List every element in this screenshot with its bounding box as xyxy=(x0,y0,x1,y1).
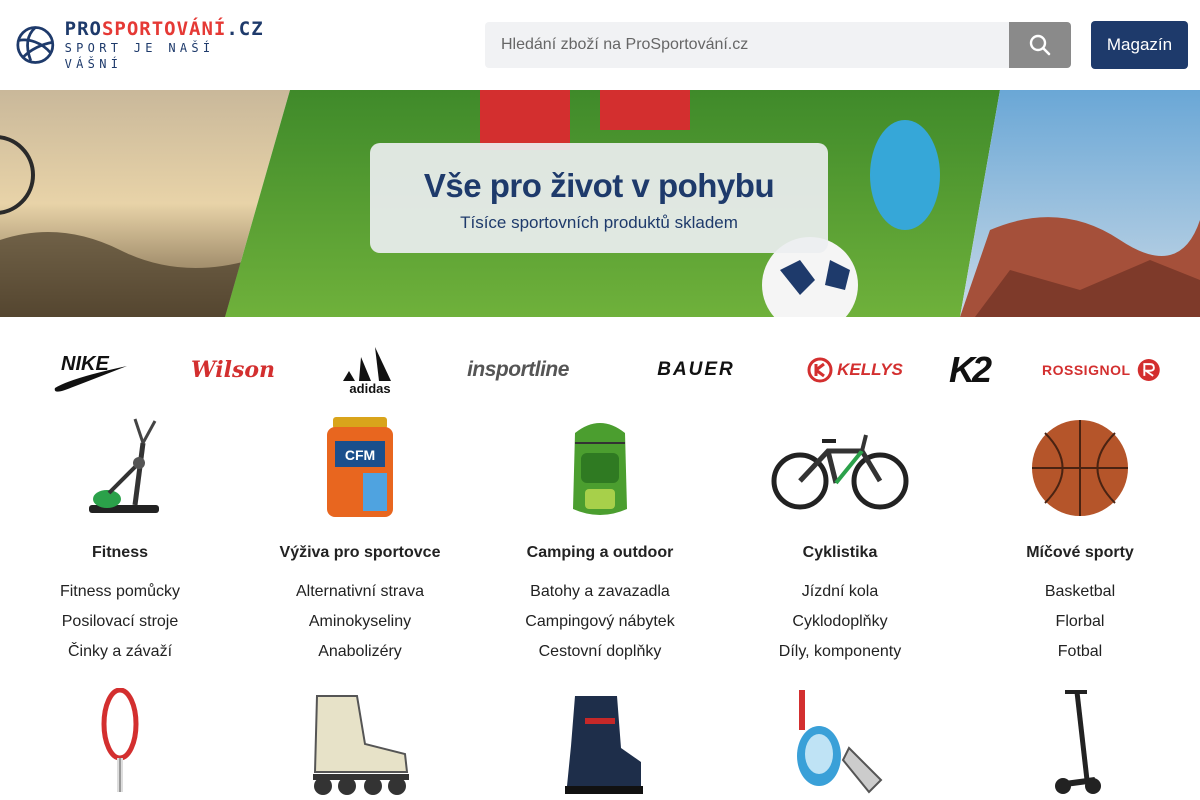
category-link[interactable]: Aminokyseliny xyxy=(240,607,480,637)
svg-text:CFM: CFM xyxy=(345,447,375,463)
category-ski-boots xyxy=(480,688,720,798)
category-title[interactable]: Camping a outdoor xyxy=(480,543,720,563)
category-links: Jízdní kola Cyklodoplňky Díly, komponent… xyxy=(720,577,960,667)
logo-sport: SPORTOVÁNÍ xyxy=(101,18,227,40)
brand-wilson-logo[interactable]: Wilson xyxy=(190,340,276,400)
brand-nike-logo[interactable]: NIKE xyxy=(50,340,132,400)
category-link[interactable]: Fitness pomůcky xyxy=(0,577,240,607)
elliptical-trainer-icon[interactable] xyxy=(65,413,175,523)
brand-k2-logo[interactable]: K2 xyxy=(938,340,1000,400)
brand-insportline-logo[interactable]: insportline xyxy=(456,340,580,400)
tennis-racket-icon[interactable] xyxy=(65,688,175,798)
category-link[interactable]: Cestovní doplňky xyxy=(480,637,720,667)
inline-skate-icon[interactable] xyxy=(295,688,425,798)
logo-pro: PRO xyxy=(64,18,102,40)
brand-strip: NIKE Wilson adidas insportline BAUER KEL… xyxy=(0,340,1200,400)
svg-text:adidas: adidas xyxy=(349,381,390,395)
bauer-logo-text: BAUER xyxy=(657,359,735,380)
search-icon xyxy=(1029,34,1051,56)
bicycle-icon[interactable] xyxy=(770,413,910,523)
site-header: PROSPORTOVÁNÍ.CZ SPORT JE NAŠÍ VÁŠNÍ Mag… xyxy=(0,0,1200,90)
category-links: Basketbal Florbal Fotbal xyxy=(960,577,1200,667)
category-links: Fitness pomůcky Posilovací stroje Činky … xyxy=(0,577,240,667)
basketball-icon[interactable] xyxy=(1025,413,1135,523)
kellys-logo-text: KELLYS xyxy=(837,360,903,379)
category-inline-skates xyxy=(240,688,480,798)
category-link[interactable]: Alternativní strava xyxy=(240,577,480,607)
supplement-tub-icon[interactable]: CFM xyxy=(305,413,415,523)
logo-cz: .CZ xyxy=(226,18,264,40)
rossignol-logo-text: ROSSIGNOL xyxy=(1042,362,1131,378)
banner-title: Vše pro život v pohybu xyxy=(423,167,775,204)
rossignol-r-icon xyxy=(1137,358,1160,382)
brand-rossignol-logo[interactable]: ROSSIGNOL xyxy=(1042,340,1160,400)
magazin-button[interactable]: Magazín xyxy=(1091,21,1188,69)
category-link[interactable]: Batohy a zavazadla xyxy=(480,577,720,607)
logo-tagline: SPORT JE NAŠÍ VÁŠNÍ xyxy=(64,41,215,71)
insportline-logo-text: insportline xyxy=(467,358,569,381)
brand-adidas-logo[interactable]: adidas xyxy=(334,340,406,400)
category-links: Alternativní strava Aminokyseliny Anabol… xyxy=(240,577,480,667)
snorkel-mask-icon[interactable] xyxy=(785,688,895,798)
electric-scooter-icon[interactable] xyxy=(1025,688,1135,798)
logo-wordmark: PROSPORTOVÁNÍ.CZ SPORT JE NAŠÍ VÁŠNÍ xyxy=(65,18,266,72)
banner-subtitle: Tísíce sportovních produktů skladem xyxy=(460,213,738,232)
k2-logo-text: K2 xyxy=(948,349,992,390)
category-links: Batohy a zavazadla Campingový nábytek Ce… xyxy=(480,577,720,667)
logo-title: PROSPORTOVÁNÍ.CZ xyxy=(65,18,266,40)
search-bar xyxy=(485,22,1071,68)
hero-banner[interactable]: Vše pro život v pohybu Tísíce sportovníc… xyxy=(0,90,1200,317)
category-water-sports xyxy=(720,688,960,798)
category-link[interactable]: Posilovací stroje xyxy=(0,607,240,637)
category-title[interactable]: Cyklistika xyxy=(720,543,960,563)
nike-logo-icon: NIKE xyxy=(54,353,127,392)
adidas-logo-icon: adidas xyxy=(343,347,391,395)
search-button[interactable] xyxy=(1009,22,1071,68)
category-link[interactable]: Činky a závaží xyxy=(0,637,240,667)
category-link[interactable]: Jízdní kola xyxy=(720,577,960,607)
category-link[interactable]: Anabolizéry xyxy=(240,637,480,667)
site-logo[interactable]: PROSPORTOVÁNÍ.CZ SPORT JE NAŠÍ VÁŠNÍ xyxy=(16,18,266,71)
ski-boot-icon[interactable] xyxy=(545,688,655,798)
category-link[interactable]: Florbal xyxy=(960,607,1200,637)
brand-bauer-logo[interactable]: BAUER xyxy=(638,340,754,400)
brand-kellys-logo[interactable]: KELLYS xyxy=(796,340,914,400)
category-title[interactable]: Míčové sporty xyxy=(960,543,1200,563)
category-cycling: Cyklistika Jízdní kola Cyklodoplňky Díly… xyxy=(720,413,960,667)
volleyball-logo-icon xyxy=(16,26,55,64)
category-racket-sports xyxy=(0,688,240,798)
category-link[interactable]: Campingový nábytek xyxy=(480,607,720,637)
category-link[interactable]: Díly, komponenty xyxy=(720,637,960,667)
category-nutrition: CFM Výživa pro sportovce Alternativní st… xyxy=(240,413,480,667)
kellys-logo-icon xyxy=(807,357,833,383)
category-ball-sports: Míčové sporty Basketbal Florbal Fotbal xyxy=(960,413,1200,667)
banner-caption: Vše pro život v pohybu Tísíce sportovníc… xyxy=(370,143,828,253)
category-fitness: Fitness Fitness pomůcky Posilovací stroj… xyxy=(0,413,240,667)
category-link[interactable]: Cyklodoplňky xyxy=(720,607,960,637)
category-link[interactable]: Fotbal xyxy=(960,637,1200,667)
search-input[interactable] xyxy=(485,22,1009,68)
category-link[interactable]: Basketbal xyxy=(960,577,1200,607)
wilson-logo-text: Wilson xyxy=(190,357,276,383)
backpack-icon[interactable] xyxy=(545,413,655,523)
category-title[interactable]: Výživa pro sportovce xyxy=(240,543,480,563)
category-scooters xyxy=(960,688,1200,798)
category-camping: Camping a outdoor Batohy a zavazadla Cam… xyxy=(480,413,720,667)
category-title[interactable]: Fitness xyxy=(0,543,240,563)
svg-text:NIKE: NIKE xyxy=(61,353,109,375)
